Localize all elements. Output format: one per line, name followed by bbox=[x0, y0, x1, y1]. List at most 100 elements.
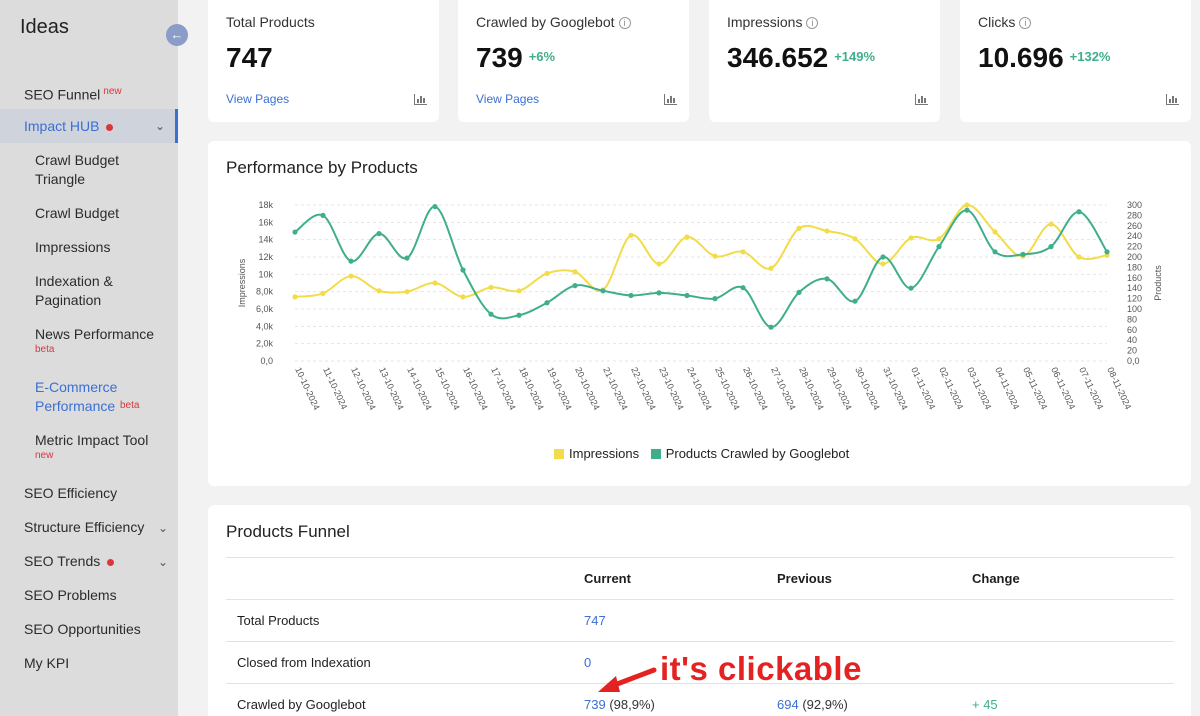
x-tick-label: 12-10-2024 bbox=[349, 366, 378, 412]
sidebar-item-crawl-budget[interactable]: Crawl Budget bbox=[0, 204, 178, 223]
bar-chart-icon[interactable] bbox=[1166, 94, 1179, 105]
data-point bbox=[936, 244, 942, 250]
sidebar-item-label: Metric Impact Tool bbox=[35, 432, 149, 448]
row-name: Closed from Indexation bbox=[237, 655, 371, 670]
chevron-down-icon: ⌄ bbox=[157, 520, 168, 535]
info-icon[interactable]: i bbox=[618, 17, 631, 29]
beta-badge: beta bbox=[120, 400, 140, 411]
kpi-card-total-products: Total Products 747 View Pages bbox=[208, 0, 439, 122]
x-tick-label: 30-10-2024 bbox=[853, 366, 882, 412]
x-tick-label: 05-11-2024 bbox=[1021, 366, 1049, 411]
data-point bbox=[600, 288, 606, 294]
x-tick-label: 29-10-2024 bbox=[825, 366, 854, 412]
sidebar-item-label: SEO Trends bbox=[24, 553, 101, 569]
data-point bbox=[432, 203, 438, 210]
bar-chart-icon[interactable] bbox=[664, 94, 677, 105]
x-tick-label: 13-10-2024 bbox=[377, 366, 406, 412]
data-point bbox=[992, 229, 998, 235]
legend-item-impressions[interactable]: Impressions bbox=[554, 446, 639, 461]
sidebar-item-metric-impact-tool[interactable]: Metric Impact Tool new bbox=[0, 431, 178, 462]
sidebar-item-indexation-pagination[interactable]: Indexation & Pagination bbox=[0, 272, 178, 310]
x-tick-label: 26-10-2024 bbox=[741, 366, 770, 412]
sidebar-item-seo-funnel[interactable]: SEO Funnel new bbox=[0, 82, 178, 105]
data-point bbox=[964, 202, 970, 208]
previous-value-link[interactable]: 694 bbox=[777, 697, 799, 712]
sidebar-item-label: SEO Efficiency bbox=[24, 485, 118, 501]
funnel-title: Products Funnel bbox=[226, 522, 350, 541]
sidebar-item-crawl-budget-triangle[interactable]: Crawl Budget Triangle bbox=[0, 151, 178, 189]
y-right-axis-title: Products bbox=[1153, 265, 1163, 301]
y-left-tick-label: 16k bbox=[258, 217, 273, 227]
data-point bbox=[992, 249, 998, 255]
sidebar-item-seo-opportunities[interactable]: SEO Opportunities bbox=[0, 620, 178, 639]
table-header-row: Current Previous Change bbox=[226, 557, 1174, 599]
kpi-value: 346.652 +149% bbox=[727, 42, 876, 73]
view-pages-link[interactable]: View Pages bbox=[226, 92, 289, 106]
x-tick-label: 18-10-2024 bbox=[517, 366, 546, 412]
data-point bbox=[628, 292, 634, 299]
kpi-delta: +149% bbox=[834, 49, 876, 64]
data-point bbox=[712, 296, 718, 302]
x-tick-label: 17-10-2024 bbox=[489, 366, 518, 412]
new-badge: new bbox=[103, 86, 122, 97]
info-icon[interactable]: i bbox=[806, 17, 819, 29]
bar-chart-icon[interactable] bbox=[915, 94, 928, 105]
sidebar-item-label: Impressions bbox=[35, 239, 111, 255]
y-right-tick-label: 140 bbox=[1127, 283, 1142, 293]
x-tick-label: 23-10-2024 bbox=[657, 366, 686, 412]
sidebar-item-seo-problems[interactable]: SEO Problems bbox=[0, 586, 178, 605]
kpi-label: Impressions i bbox=[727, 14, 819, 30]
x-tick-label: 14-10-2024 bbox=[405, 366, 434, 412]
sidebar-item-impact-hub[interactable]: Impact HUB ⌄ bbox=[0, 109, 178, 143]
data-point bbox=[320, 212, 326, 218]
collapse-sidebar-button[interactable]: ← bbox=[166, 24, 188, 46]
x-tick-label: 02-11-2024 bbox=[937, 366, 965, 411]
current-value-link[interactable]: 747 bbox=[584, 613, 606, 628]
data-point bbox=[656, 290, 662, 296]
legend-item-crawled[interactable]: Products Crawled by Googlebot bbox=[650, 446, 849, 461]
x-tick-label: 08-11-2024 bbox=[1105, 366, 1133, 411]
sidebar-item-label: News Performance bbox=[35, 326, 155, 342]
sidebar-item-structure-efficiency[interactable]: Structure Efficiency ⌄ bbox=[0, 518, 178, 537]
kpi-card-impressions: Impressions i 346.652 +149% bbox=[709, 0, 940, 122]
data-point bbox=[1048, 244, 1054, 250]
data-point bbox=[824, 228, 830, 234]
y-left-tick-label: 8,0k bbox=[256, 287, 274, 297]
bar-chart-icon[interactable] bbox=[414, 94, 427, 105]
sidebar-item-label: My KPI bbox=[24, 655, 70, 671]
kpi-label: Total Products bbox=[226, 14, 315, 30]
sidebar-item-impressions[interactable]: Impressions bbox=[0, 238, 178, 257]
sidebar-item-my-kpi[interactable]: My KPI bbox=[0, 654, 178, 673]
x-tick-label: 31-10-2024 bbox=[881, 366, 910, 412]
sidebar-item-news-performance[interactable]: News Performance beta bbox=[0, 325, 178, 356]
y-right-tick-label: 80 bbox=[1127, 314, 1137, 324]
x-tick-label: 19-10-2024 bbox=[545, 366, 574, 412]
info-icon[interactable]: i bbox=[1019, 17, 1032, 29]
kpi-delta: +132% bbox=[1069, 49, 1111, 64]
new-badge: new bbox=[35, 450, 54, 461]
y-right-tick-label: 60 bbox=[1127, 325, 1137, 335]
sidebar-item-seo-trends[interactable]: SEO Trends ⌄ bbox=[0, 552, 178, 571]
sidebar-item-seo-efficiency[interactable]: SEO Efficiency bbox=[0, 484, 178, 503]
data-point bbox=[376, 288, 382, 294]
row-name: Crawled by Googlebot bbox=[237, 697, 366, 712]
kpi-value: 10.696 +132% bbox=[978, 42, 1111, 73]
data-point bbox=[572, 269, 578, 275]
sidebar-title: Ideas bbox=[20, 16, 69, 38]
alert-dot-icon bbox=[106, 123, 114, 131]
data-point bbox=[404, 289, 410, 295]
data-point bbox=[740, 285, 746, 291]
data-point bbox=[852, 236, 858, 242]
data-point bbox=[768, 265, 774, 271]
sidebar-item-ecommerce-performance[interactable]: E-Commerce Performance beta bbox=[0, 378, 178, 416]
data-point bbox=[432, 280, 438, 286]
performance-chart-card: Performance by Products 0,0 2,0k 4,0k 6,0k 8… bbox=[208, 141, 1191, 486]
data-point bbox=[908, 235, 914, 241]
y-right-tick-label: 20 bbox=[1127, 346, 1137, 356]
chart-legend: Impressions Products Crawled by Googlebo… bbox=[554, 446, 849, 461]
x-tick-label: 22-10-2024 bbox=[629, 366, 658, 412]
previous-percent: (92,9%) bbox=[802, 697, 848, 712]
view-pages-link[interactable]: View Pages bbox=[476, 92, 539, 106]
previous-cell: 694 (92,9%) bbox=[777, 697, 848, 712]
kpi-label: Clicks i bbox=[978, 14, 1032, 30]
